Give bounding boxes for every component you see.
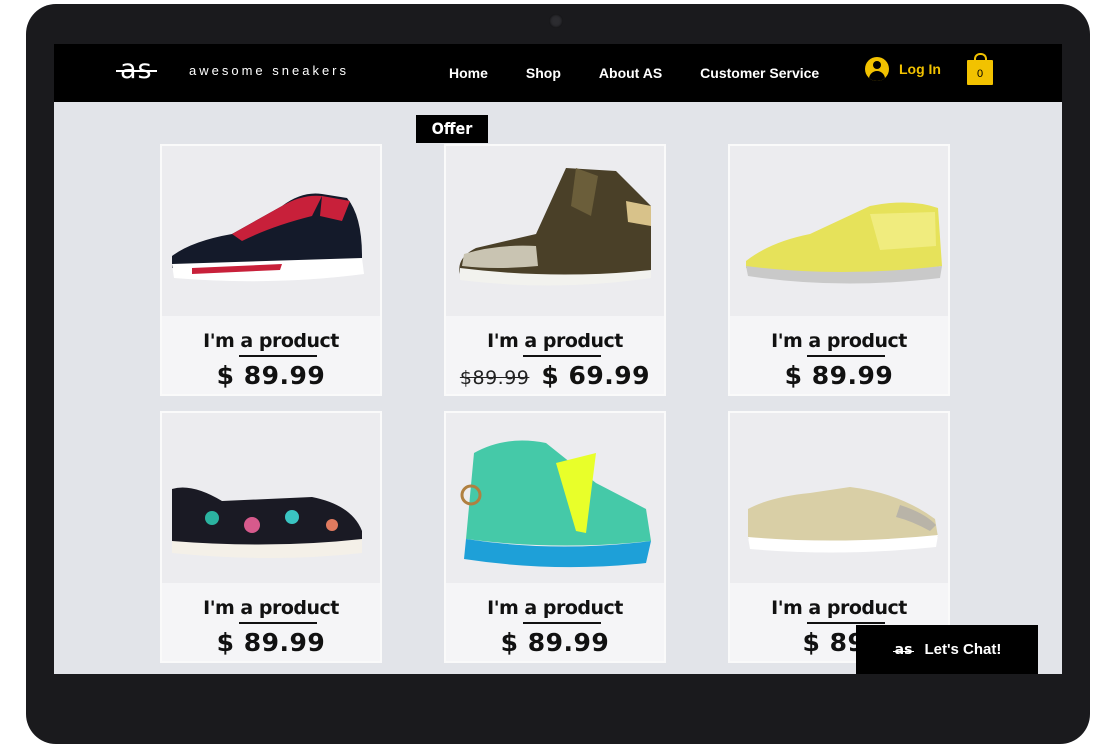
cart-count: 0 (976, 68, 984, 80)
chat-label: Let's Chat! (924, 641, 1002, 658)
nav-home[interactable]: Home (449, 65, 488, 81)
cart-icon[interactable]: 0 (967, 53, 993, 85)
product-card[interactable]: I'm a product $ 89.99 (160, 411, 382, 663)
site-header: as awesome sneakers Home Shop About AS C… (54, 44, 1062, 102)
nav-about[interactable]: About AS (599, 65, 662, 81)
product-image-floral-sneaker[interactable] (162, 413, 380, 583)
product-card[interactable]: I'm a product $ 89.99 (160, 144, 382, 396)
product-image-gold-glitter-sneaker[interactable] (730, 413, 948, 583)
product-name[interactable]: I'm a product (162, 330, 380, 352)
product-card[interactable]: I'm a product $89.99 $ 69.99 (444, 144, 666, 396)
product-price: $ 89.99 (784, 361, 894, 390)
product-price: $89.99 $ 69.99 (459, 361, 651, 390)
user-icon (865, 57, 889, 81)
old-price: $89.99 (459, 367, 530, 389)
offer-badge: Offer (416, 115, 488, 143)
product-name[interactable]: I'm a product (162, 597, 380, 619)
product-grid: I'm a product $ 89.99 I'm a product $89.… (160, 144, 950, 663)
product-divider (523, 622, 601, 624)
product-price: $ 89.99 (216, 628, 326, 657)
nav-shop[interactable]: Shop (526, 65, 561, 81)
product-name[interactable]: I'm a product (446, 597, 664, 619)
product-divider (807, 622, 885, 624)
product-image-yellow-running-sneaker[interactable] (730, 146, 948, 316)
chat-button[interactable]: as Let's Chat! (856, 625, 1038, 674)
product-card[interactable]: I'm a product $ 89.99 (444, 411, 666, 663)
product-name[interactable]: I'm a product (730, 597, 948, 619)
product-divider (239, 355, 317, 357)
webcam (549, 14, 563, 28)
product-divider (807, 355, 885, 357)
product-image-teal-hightop-sneaker[interactable] (446, 413, 664, 583)
nav-customer-service[interactable]: Customer Service (700, 65, 819, 81)
main-nav: Home Shop About AS Customer Service (449, 65, 857, 81)
login-button[interactable]: Log In (865, 57, 941, 81)
product-name[interactable]: I'm a product (446, 330, 664, 352)
login-label: Log In (899, 61, 941, 77)
product-divider (523, 355, 601, 357)
logo-mark[interactable]: as (116, 54, 157, 85)
chat-logo-icon: as (892, 641, 915, 658)
product-divider (239, 622, 317, 624)
product-image-brown-hightop-sneaker[interactable] (446, 146, 664, 316)
product-image-black-red-sneaker[interactable] (162, 146, 380, 316)
product-card[interactable]: I'm a product $ 89.99 (728, 144, 950, 396)
browser-screen: as awesome sneakers Home Shop About AS C… (54, 44, 1062, 674)
product-price: $ 89.99 (216, 361, 326, 390)
product-price: $ 89.99 (500, 628, 610, 657)
product-name[interactable]: I'm a product (730, 330, 948, 352)
logo-text[interactable]: awesome sneakers (189, 63, 349, 78)
